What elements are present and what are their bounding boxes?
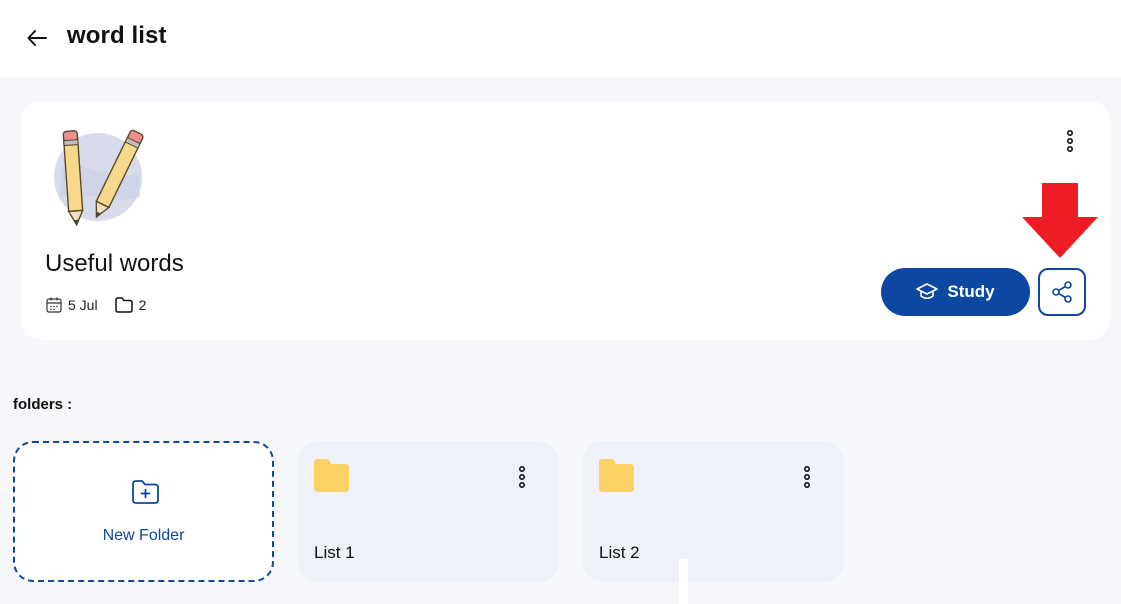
folder-icon xyxy=(314,459,349,492)
folder-name: List 2 xyxy=(599,543,640,562)
card-more-button[interactable] xyxy=(1060,129,1080,153)
folder-icon xyxy=(599,459,634,492)
new-folder-button[interactable]: New Folder xyxy=(13,441,274,582)
folder-card[interactable]: List 1 xyxy=(298,441,559,582)
calendar-icon xyxy=(46,297,62,313)
word-list-card: Useful words 5 Jul 2 Study xyxy=(21,101,1110,340)
folder-name: List 1 xyxy=(314,543,355,562)
more-vertical-icon xyxy=(803,466,811,488)
share-button[interactable] xyxy=(1038,268,1086,316)
more-vertical-icon xyxy=(1066,130,1074,152)
graduation-cap-icon xyxy=(916,283,939,300)
date-meta: 5 Jul xyxy=(45,296,98,314)
share-icon xyxy=(1052,281,1072,303)
red-arrow-annotation xyxy=(1022,183,1098,258)
back-button[interactable] xyxy=(24,25,50,51)
page-title: word list xyxy=(67,22,167,49)
folders-section-label: folders : xyxy=(13,396,73,413)
folder-count-meta: 2 xyxy=(114,296,147,314)
more-vertical-icon xyxy=(518,466,526,488)
study-label: Study xyxy=(947,282,995,301)
folder-more-button[interactable] xyxy=(512,465,532,489)
study-button[interactable]: Study xyxy=(881,268,1030,316)
arrow-left-icon xyxy=(27,30,47,46)
pencils-cover-image xyxy=(54,129,144,227)
top-bar: word list xyxy=(0,0,1121,77)
folder-icon xyxy=(114,297,133,313)
folder-add-icon xyxy=(132,480,159,504)
folder-card[interactable]: List 2 xyxy=(583,441,844,582)
date-text: 5 Jul xyxy=(68,297,98,313)
new-folder-label: New Folder xyxy=(102,527,185,544)
folder-more-button[interactable] xyxy=(797,465,817,489)
list-title: Useful words xyxy=(45,250,184,277)
scroll-indicator xyxy=(679,559,688,604)
list-meta: 5 Jul 2 xyxy=(45,296,162,314)
folder-count-text: 2 xyxy=(138,297,147,313)
